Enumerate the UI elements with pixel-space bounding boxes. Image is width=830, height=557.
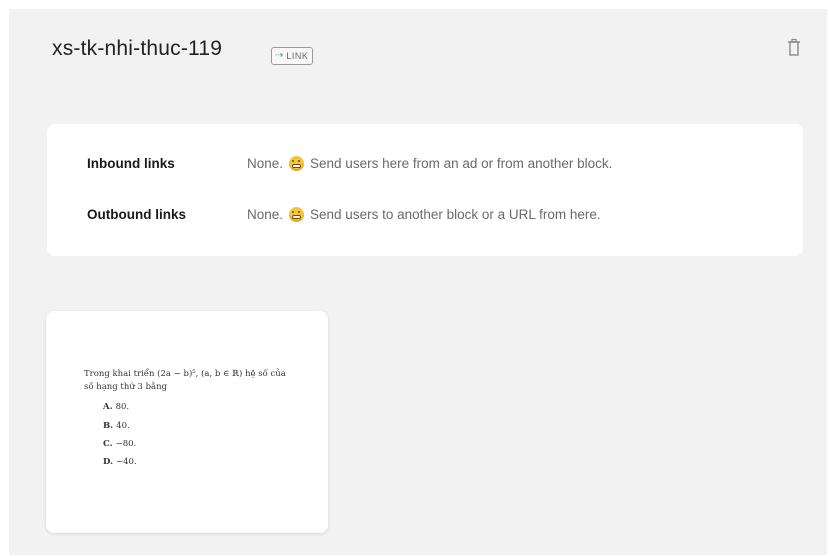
- outbound-links-row: Outbound links None. Send users to anoth…: [87, 207, 601, 222]
- grimacing-face-icon: [289, 156, 305, 171]
- question-line-2: số hạng thứ 3 bằng: [84, 382, 168, 393]
- option-b: B. 40.: [103, 420, 130, 431]
- grimacing-face-icon: [289, 207, 305, 222]
- question-text: Trong khai triển (2a − b)⁵, (a, b ∈ ℝ) h…: [84, 368, 324, 394]
- option-c: C. −80.: [103, 438, 137, 449]
- trash-icon[interactable]: [784, 37, 804, 59]
- option-d: D. −40.: [103, 457, 137, 468]
- inbound-none-text: None.: [247, 156, 284, 171]
- option-a: A. 80.: [103, 402, 130, 413]
- outbound-links-description: None. Send users to another block or a U…: [247, 207, 601, 222]
- inbound-links-row: Inbound links None. Send users here from…: [87, 156, 612, 171]
- inbound-links-label: Inbound links: [87, 156, 175, 171]
- outbound-hint: Send users to another block or a URL fro…: [310, 207, 601, 222]
- inbound-links-description: None. Send users here from an ad or from…: [247, 156, 612, 171]
- problem-image: Trong khai triển (2a − b)⁵, (a, b ∈ ℝ) h…: [84, 368, 324, 471]
- links-card: Inbound links None. Send users here from…: [47, 124, 803, 256]
- link-badge-label: LINK: [286, 51, 309, 61]
- outbound-links-label: Outbound links: [87, 207, 186, 222]
- link-arrow-icon: ⇢: [275, 50, 284, 61]
- inbound-hint: Send users here from an ad or from anoth…: [310, 156, 613, 171]
- link-badge[interactable]: ⇢ LINK: [271, 47, 314, 65]
- block-title[interactable]: xs-tk-nhi-thuc-119: [52, 37, 222, 61]
- question-line-1: Trong khai triển (2a − b)⁵, (a, b ∈ ℝ) h…: [84, 369, 286, 379]
- block-editor-panel: xs-tk-nhi-thuc-119 ⇢ LINK Inbound links …: [9, 9, 827, 555]
- outbound-none-text: None.: [247, 207, 284, 222]
- image-card[interactable]: Trong khai triển (2a − b)⁵, (a, b ∈ ℝ) h…: [46, 311, 328, 533]
